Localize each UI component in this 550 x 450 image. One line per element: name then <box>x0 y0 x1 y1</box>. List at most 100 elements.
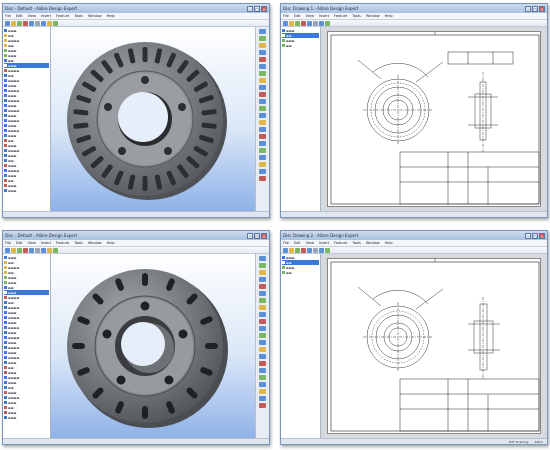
tool-icon[interactable] <box>319 20 324 26</box>
tool-icon[interactable] <box>313 247 318 253</box>
tool-icon[interactable] <box>259 263 266 268</box>
tool-icon[interactable] <box>259 162 266 167</box>
tool-icon[interactable] <box>259 113 266 118</box>
maximize-icon[interactable]: □ <box>254 5 260 12</box>
tool-icon[interactable] <box>23 247 28 253</box>
minimize-icon[interactable]: – <box>525 232 531 239</box>
tool-icon[interactable] <box>259 50 266 55</box>
drawing-sheet-area[interactable] <box>321 254 547 438</box>
tool-icon[interactable] <box>289 20 294 26</box>
tool-icon[interactable] <box>259 148 266 153</box>
tool-icon[interactable] <box>259 57 266 62</box>
tool-icon[interactable] <box>259 389 266 394</box>
maximize-icon[interactable]: □ <box>532 5 538 12</box>
menu-window[interactable]: Window <box>88 241 102 245</box>
tool-icon[interactable] <box>259 29 266 34</box>
tool-icon[interactable] <box>295 20 300 26</box>
minimize-icon[interactable]: – <box>525 5 531 12</box>
menu-feature[interactable]: Feature <box>334 14 347 18</box>
tool-icon[interactable] <box>301 247 306 253</box>
tool-icon[interactable] <box>53 20 58 26</box>
design-explorer-tree[interactable]: ▬▬▬ ▬▬ ▬▬▬▬ ▬▬ ▬▬▬ ▬▬▬ ▬▬ ▬▬▬ ▬▬▬▬ ▬▬ ▬▬… <box>3 254 51 438</box>
tool-icon[interactable] <box>313 20 318 26</box>
tool-icon[interactable] <box>47 20 52 26</box>
menu-insert[interactable]: Insert <box>41 241 51 245</box>
tool-icon[interactable] <box>259 169 266 174</box>
tool-icon[interactable] <box>283 20 288 26</box>
menu-insert[interactable]: Insert <box>41 14 51 18</box>
tool-icon[interactable] <box>17 20 22 26</box>
menu-file[interactable]: File <box>5 14 11 18</box>
menu-help[interactable]: Help <box>385 14 393 18</box>
tool-icon[interactable] <box>259 354 266 359</box>
menu-insert[interactable]: Insert <box>319 241 329 245</box>
maximize-icon[interactable]: □ <box>532 232 538 239</box>
menu-view[interactable]: View <box>28 241 36 245</box>
minimize-icon[interactable]: – <box>247 5 253 12</box>
tool-icon[interactable] <box>11 247 16 253</box>
menu-view[interactable]: View <box>28 14 36 18</box>
tool-icon[interactable] <box>259 155 266 160</box>
menu-feature[interactable]: Feature <box>56 14 69 18</box>
drawing-tree[interactable]: ▬▬▬ ▬▬ ▬▬▬ ▬▬ <box>281 27 321 211</box>
menu-feature[interactable]: Feature <box>56 241 69 245</box>
tool-icon[interactable] <box>259 312 266 317</box>
tool-icon[interactable] <box>259 106 266 111</box>
tool-icon[interactable] <box>259 71 266 76</box>
menu-tools[interactable]: Tools <box>352 241 361 245</box>
tool-icon[interactable] <box>259 256 266 261</box>
3d-viewport[interactable] <box>51 27 255 211</box>
menu-edit[interactable]: Edit <box>294 241 301 245</box>
tool-icon[interactable] <box>259 64 266 69</box>
tool-icon[interactable] <box>259 347 266 352</box>
tool-icon[interactable] <box>47 247 52 253</box>
tool-icon[interactable] <box>35 247 40 253</box>
menu-file[interactable]: File <box>283 241 289 245</box>
menu-window[interactable]: Window <box>366 14 380 18</box>
tool-icon[interactable] <box>35 20 40 26</box>
close-icon[interactable]: × <box>539 5 545 12</box>
tool-icon[interactable] <box>259 120 266 125</box>
menu-help[interactable]: Help <box>107 241 115 245</box>
tool-icon[interactable] <box>259 403 266 408</box>
tool-icon[interactable] <box>259 85 266 90</box>
tool-icon[interactable] <box>259 340 266 345</box>
close-icon[interactable]: × <box>539 232 545 239</box>
tool-icon[interactable] <box>259 319 266 324</box>
tool-icon[interactable] <box>259 92 266 97</box>
tool-icon[interactable] <box>259 375 266 380</box>
tool-icon[interactable] <box>289 247 294 253</box>
maximize-icon[interactable]: □ <box>254 232 260 239</box>
tool-icon[interactable] <box>259 305 266 310</box>
tool-icon[interactable] <box>259 298 266 303</box>
tool-icon[interactable] <box>53 247 58 253</box>
tool-icon[interactable] <box>259 326 266 331</box>
tool-icon[interactable] <box>259 277 266 282</box>
tool-icon[interactable] <box>259 291 266 296</box>
tool-icon[interactable] <box>259 333 266 338</box>
menu-tools[interactable]: Tools <box>352 14 361 18</box>
menu-help[interactable]: Help <box>385 241 393 245</box>
menu-file[interactable]: File <box>283 14 289 18</box>
design-explorer-tree[interactable]: ▬▬▬ ▬▬ ▬▬▬▬ ▬▬ ▬▬▬ ▬▬▬ ▬▬ ▬▬▬ ▬▬▬▬ ▬▬ ▬▬… <box>3 27 51 211</box>
tool-icon[interactable] <box>259 270 266 275</box>
tool-icon[interactable] <box>5 247 10 253</box>
tool-icon[interactable] <box>259 368 266 373</box>
menu-help[interactable]: Help <box>107 14 115 18</box>
tool-icon[interactable] <box>259 141 266 146</box>
close-icon[interactable]: × <box>261 5 267 12</box>
tool-icon[interactable] <box>307 247 312 253</box>
menu-insert[interactable]: Insert <box>319 14 329 18</box>
menu-edit[interactable]: Edit <box>16 241 23 245</box>
tool-icon[interactable] <box>307 20 312 26</box>
tool-icon[interactable] <box>283 247 288 253</box>
menu-window[interactable]: Window <box>88 14 102 18</box>
menu-file[interactable]: File <box>5 241 11 245</box>
tool-icon[interactable] <box>295 247 300 253</box>
menu-view[interactable]: View <box>306 14 314 18</box>
minimize-icon[interactable]: – <box>247 232 253 239</box>
tool-icon[interactable] <box>259 382 266 387</box>
tool-icon[interactable] <box>259 36 266 41</box>
tool-icon[interactable] <box>259 396 266 401</box>
tool-icon[interactable] <box>29 20 34 26</box>
